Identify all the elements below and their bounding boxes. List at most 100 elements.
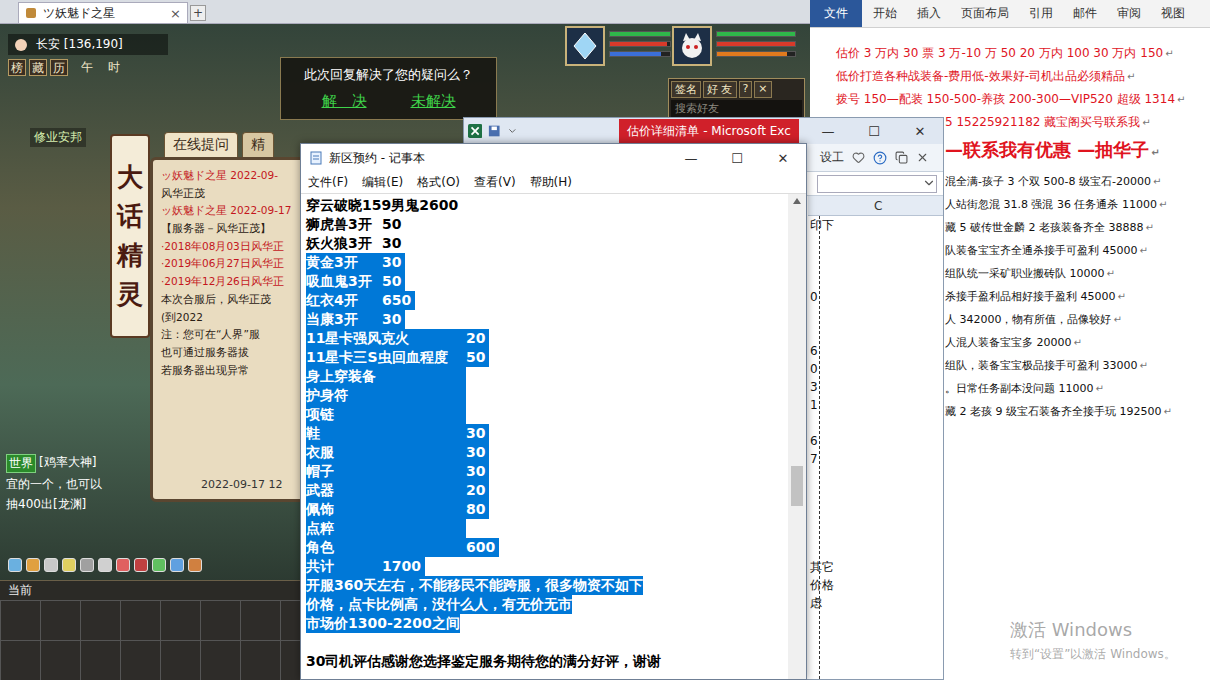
sheet-cell[interactable]: 其它 [808, 558, 943, 576]
sheet-cell[interactable]: 虑 [808, 594, 943, 612]
menu-item[interactable]: 查看(V) [474, 174, 516, 191]
help-icon[interactable] [873, 151, 887, 165]
ribbon-tab[interactable]: 文件 [810, 0, 862, 27]
sheet-cell[interactable]: 6 [808, 432, 943, 450]
excel-window-controls: —☐✕ [805, 124, 943, 139]
menu-button-icon[interactable] [8, 558, 22, 572]
menu-button-icon[interactable] [170, 558, 184, 572]
close-icon[interactable] [916, 151, 929, 164]
feedback-button[interactable]: 未解决 [411, 92, 456, 111]
text-line: 帽子30 [306, 462, 783, 481]
friends-button[interactable]: ? [739, 81, 753, 98]
save-icon[interactable] [488, 124, 500, 138]
ribbon-tab[interactable]: 视图 [1152, 0, 1194, 27]
sheet-cell[interactable]: 0 [808, 360, 943, 378]
sheet-cell[interactable] [808, 324, 943, 342]
ribbon-tab[interactable]: 插入 [908, 0, 950, 27]
menu-button-icon[interactable] [134, 558, 148, 572]
sprite-tab[interactable]: 在线提问 [164, 132, 238, 157]
window-control[interactable]: ☐ [714, 151, 760, 166]
column-header[interactable]: C [808, 196, 943, 216]
window-control[interactable]: ☐ [851, 124, 897, 139]
menu-button-icon[interactable] [98, 558, 112, 572]
game-tab[interactable]: ツ妖魅ド之星× [18, 2, 188, 23]
heart-icon[interactable] [852, 151, 865, 164]
sheet-cell[interactable] [808, 270, 943, 288]
excel-title-bar: 估价详细清单 - Microsoft Exc—☐✕ [464, 118, 943, 144]
line-text: 武器20 [306, 481, 489, 500]
text-line: 11星卡三S虫回血程度50 [306, 348, 783, 367]
sheet-cell[interactable]: 0 [808, 288, 943, 306]
text-line: 角色600 [306, 538, 783, 557]
add-tab-button[interactable]: + [190, 5, 206, 21]
portrait-frame[interactable] [672, 26, 712, 66]
window-control[interactable]: — [805, 124, 851, 139]
text-line: 点粹 [306, 519, 783, 538]
location-text: 长安 [136,190] [36, 36, 123, 53]
quick-access-dropdown-icon[interactable] [507, 125, 518, 137]
ribbon-tab[interactable]: 审阅 [1108, 0, 1150, 27]
sheet-cell[interactable] [808, 252, 943, 270]
menu-button-icon[interactable] [116, 558, 130, 572]
ribbon-tab[interactable]: 页面布局 [952, 0, 1018, 27]
menu-button-icon[interactable] [188, 558, 202, 572]
tab-close-button[interactable]: × [170, 6, 181, 21]
menu-item[interactable]: 帮助(H) [530, 174, 572, 191]
portrait-frame[interactable] [565, 26, 605, 66]
window-control[interactable]: — [668, 151, 714, 166]
channel-badge[interactable]: 世界 [6, 454, 36, 473]
menu-button-icon[interactable] [80, 558, 94, 572]
sheet-cell[interactable] [808, 504, 943, 522]
sheet-cell[interactable]: 1 [808, 396, 943, 414]
friends-button[interactable]: 签名 [671, 81, 701, 98]
sheet-cell[interactable] [808, 414, 943, 432]
ribbon-tab[interactable]: 开始 [864, 0, 906, 27]
paragraph-mark: ↵ [1140, 245, 1148, 256]
sheet-cell[interactable] [808, 486, 943, 504]
sheet-cell[interactable]: 6 [808, 342, 943, 360]
menu-item[interactable]: 编辑(E) [362, 174, 403, 191]
friends-button[interactable]: × [754, 81, 771, 98]
sprite-title: 大话精灵 [117, 158, 143, 314]
sheet-cell[interactable] [808, 468, 943, 486]
menu-button-icon[interactable] [44, 558, 58, 572]
formula-field[interactable] [817, 175, 937, 193]
sprite-tab[interactable]: 精 [242, 132, 274, 157]
status-bar-fill [717, 42, 795, 46]
window-control[interactable]: ✕ [760, 151, 806, 166]
sheet-cell[interactable] [808, 306, 943, 324]
expand-icon[interactable] [922, 176, 936, 190]
restore-icon[interactable] [895, 151, 908, 164]
scroll-up-icon[interactable] [793, 198, 801, 204]
scroll-thumb[interactable] [791, 466, 803, 506]
menu-item[interactable]: 文件(F) [308, 174, 348, 191]
menu-button-icon[interactable] [62, 558, 76, 572]
window-control[interactable]: ✕ [897, 124, 943, 139]
line-text: 帽子30 [306, 462, 489, 481]
toolbar-text[interactable]: 设工 [820, 149, 844, 166]
quick-button[interactable]: 榜 [8, 59, 26, 76]
line-text: 护身符 [306, 386, 466, 405]
menu-button-icon[interactable] [26, 558, 40, 572]
ribbon-tab[interactable]: 邮件 [1064, 0, 1106, 27]
friends-search[interactable]: 搜索好友 [671, 100, 802, 117]
sheet-cell[interactable] [808, 234, 943, 252]
text-line: 黄金3开30 [306, 253, 783, 272]
paragraph-mark: ↵ [1153, 176, 1161, 187]
sheet-cell[interactable]: 印下 [808, 216, 943, 234]
ribbon-tab[interactable]: 引用 [1020, 0, 1062, 27]
text-area[interactable]: 穿云破晓159男鬼2600狮虎兽3开50妖火狼3开30黄金3开30吸血鬼3开50… [301, 194, 788, 679]
friends-button[interactable]: 好 友 [703, 81, 737, 98]
sheet-cell[interactable] [808, 540, 943, 558]
feedback-button[interactable]: 解 决 [322, 92, 367, 111]
notepad-icon [309, 151, 323, 165]
menu-button-icon[interactable] [152, 558, 166, 572]
sheet-cell[interactable]: 价格 [808, 576, 943, 594]
scrollbar[interactable] [788, 194, 806, 679]
menu-item[interactable]: 格式(O) [417, 174, 460, 191]
sheet-cell[interactable]: 3 [808, 378, 943, 396]
quick-button[interactable]: 历 [50, 59, 68, 76]
quick-button[interactable]: 藏 [29, 59, 47, 76]
sheet-cell[interactable]: 7 [808, 450, 943, 468]
sheet-cell[interactable] [808, 522, 943, 540]
